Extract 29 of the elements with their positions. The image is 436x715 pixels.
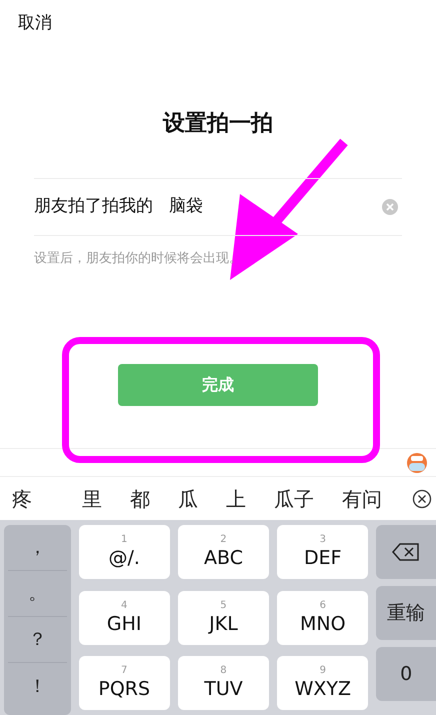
backspace-icon (392, 543, 420, 561)
name-input-field[interactable]: 朋友拍了拍我的 脑袋 (34, 194, 382, 220)
letter-key[interactable]: 2 ABC (178, 525, 270, 579)
letter-key[interactable]: 7 PQRS (78, 656, 170, 710)
candidate-word[interactable]: 里 (82, 484, 102, 514)
punctuation-key[interactable]: ， (28, 534, 46, 561)
letter-key[interactable]: 1 @/. (78, 525, 170, 579)
punctuation-key[interactable]: ！ (28, 672, 46, 700)
mascot-icon[interactable] (406, 452, 428, 474)
candidate-word[interactable]: 都 (130, 484, 150, 514)
punctuation-key[interactable]: ？ (28, 626, 46, 653)
punctuation-key[interactable]: 。 (28, 580, 46, 607)
function-key[interactable]: 0 (376, 647, 436, 701)
page-title: 设置拍一拍 (163, 110, 273, 138)
backspace-key[interactable] (376, 525, 436, 579)
candidate-word[interactable]: 瓜 (178, 484, 198, 514)
candidate-word[interactable]: 有问 (342, 484, 382, 514)
letter-key[interactable]: 5 JKL (178, 590, 270, 645)
function-key[interactable]: 重输 (376, 586, 436, 640)
letter-key[interactable]: 4 GHI (78, 590, 170, 645)
letter-key[interactable]: 9 WXYZ (277, 656, 368, 710)
candidate-word[interactable]: 疼 (12, 484, 32, 514)
cancel-link[interactable]: 取消 (18, 13, 52, 33)
candidate-word[interactable]: 瓜子 (274, 484, 314, 514)
candidate-word[interactable]: 上 (226, 484, 246, 514)
letter-key[interactable]: 8 TUV (178, 656, 270, 710)
letter-key[interactable]: 3 DEF (277, 525, 368, 579)
close-icon[interactable] (412, 488, 432, 509)
letter-key[interactable]: 6 MNO (277, 590, 368, 645)
